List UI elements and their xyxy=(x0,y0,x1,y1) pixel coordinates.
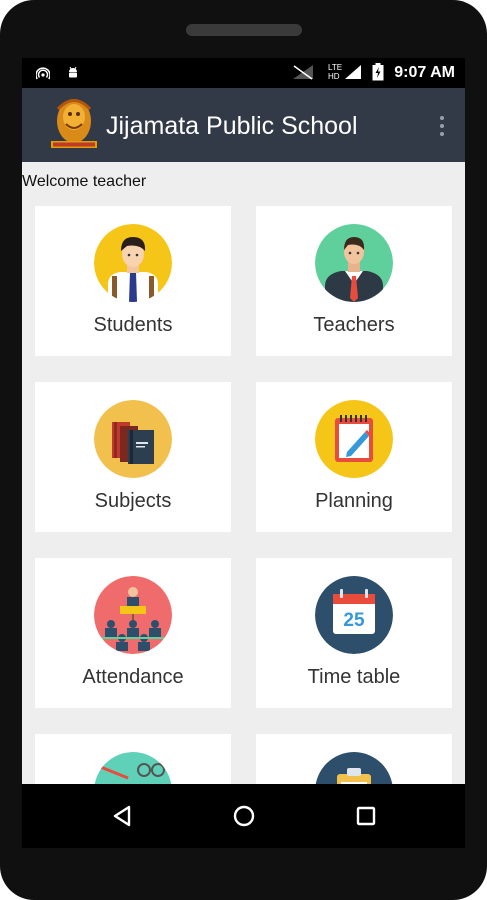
tile-label-students: Students xyxy=(93,314,173,336)
tile-time-table[interactable]: 25 Time table xyxy=(256,558,452,708)
tile-planning[interactable]: Planning xyxy=(256,382,452,532)
notepad-icon xyxy=(315,400,393,478)
tile-homework[interactable] xyxy=(35,734,231,784)
android-icon xyxy=(69,66,77,78)
tile-label-planning: Planning xyxy=(315,490,393,512)
phone-frame: LTE HD 9:07 AM Jijamata Public School We… xyxy=(0,0,487,900)
homework-icon xyxy=(94,752,172,784)
back-triangle-icon[interactable] xyxy=(105,798,141,834)
battery-charging-icon xyxy=(372,63,384,81)
clipboard-icon xyxy=(315,752,393,784)
signal-off-icon xyxy=(293,65,313,80)
signal-icon xyxy=(345,65,361,79)
tile-subjects[interactable]: Subjects xyxy=(35,382,231,532)
tile-label-teachers: Teachers xyxy=(313,314,395,336)
calendar-icon: 25 xyxy=(315,576,393,654)
tile-label-attendance: Attendance xyxy=(82,666,184,688)
tile-students[interactable]: Students xyxy=(35,206,231,356)
navigation-bar xyxy=(22,784,465,848)
network-type-label: LTE HD xyxy=(328,63,342,81)
status-time: 9:07 AM xyxy=(394,64,455,81)
books-icon xyxy=(94,400,172,478)
speaker-grille xyxy=(186,24,302,36)
tile-attendance[interactable]: Attendance xyxy=(35,558,231,708)
tile-clipboard[interactable] xyxy=(256,734,452,784)
hd-text: HD xyxy=(328,72,340,81)
overflow-menu-icon[interactable] xyxy=(439,114,445,138)
home-circle-icon[interactable] xyxy=(226,798,262,834)
app-bar: Jijamata Public School xyxy=(22,88,465,162)
tile-label-subjects: Subjects xyxy=(94,490,172,512)
tile-teachers[interactable]: Teachers xyxy=(256,206,452,356)
calendar-day-text: 25 xyxy=(343,610,365,631)
student-icon xyxy=(94,224,172,302)
tile-label-time-table: Time table xyxy=(307,666,401,688)
teacher-icon xyxy=(315,224,393,302)
app-title: Jijamata Public School xyxy=(106,112,358,140)
school-logo xyxy=(51,99,97,148)
status-bar: LTE HD 9:07 AM xyxy=(22,58,465,88)
lte-text: LTE xyxy=(328,63,343,72)
classroom-icon xyxy=(94,576,172,654)
recents-square-icon[interactable] xyxy=(348,798,384,834)
welcome-text: Welcome teacher xyxy=(22,173,147,190)
dashboard-content: Welcome teacher Students Teachers Subjec… xyxy=(22,162,465,784)
hotspot-icon xyxy=(36,67,50,80)
